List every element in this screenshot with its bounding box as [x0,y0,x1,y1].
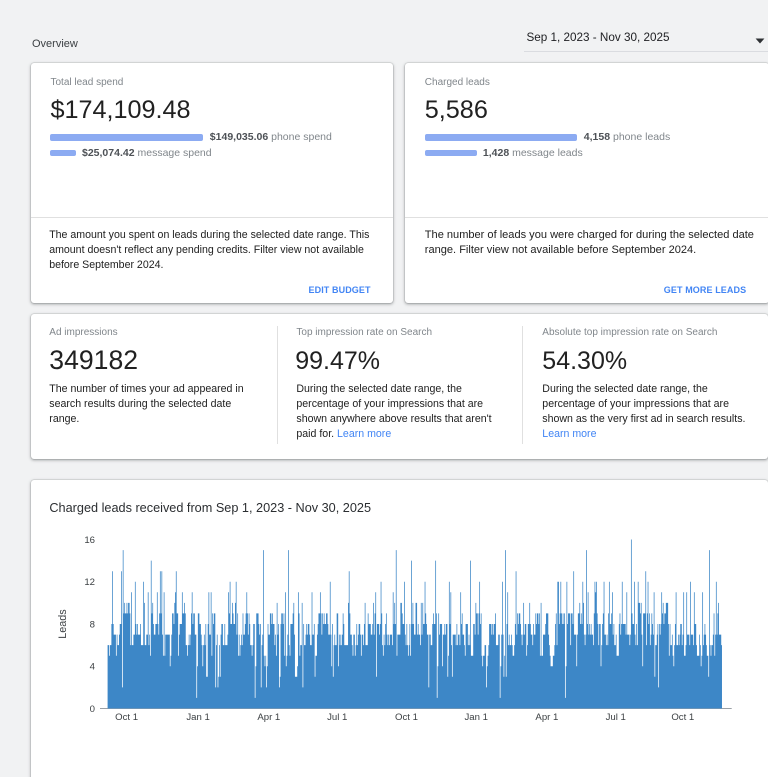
svg-text:12: 12 [84,577,95,588]
svg-text:Jan 1: Jan 1 [464,712,487,723]
svg-text:Jul 1: Jul 1 [606,712,626,723]
svg-text:8: 8 [90,619,95,630]
svg-text:Oct 1: Oct 1 [671,712,694,723]
svg-text:0: 0 [90,704,95,715]
svg-text:Leads: Leads [57,609,69,639]
svg-text:Oct 1: Oct 1 [115,712,138,723]
svg-text:Apr 1: Apr 1 [535,712,558,723]
svg-text:Apr 1: Apr 1 [257,712,280,723]
svg-text:Jan 1: Jan 1 [186,712,209,723]
svg-text:Jul 1: Jul 1 [327,712,347,723]
svg-text:Oct 1: Oct 1 [395,712,418,723]
svg-text:16: 16 [84,535,95,546]
svg-text:4: 4 [90,662,96,673]
